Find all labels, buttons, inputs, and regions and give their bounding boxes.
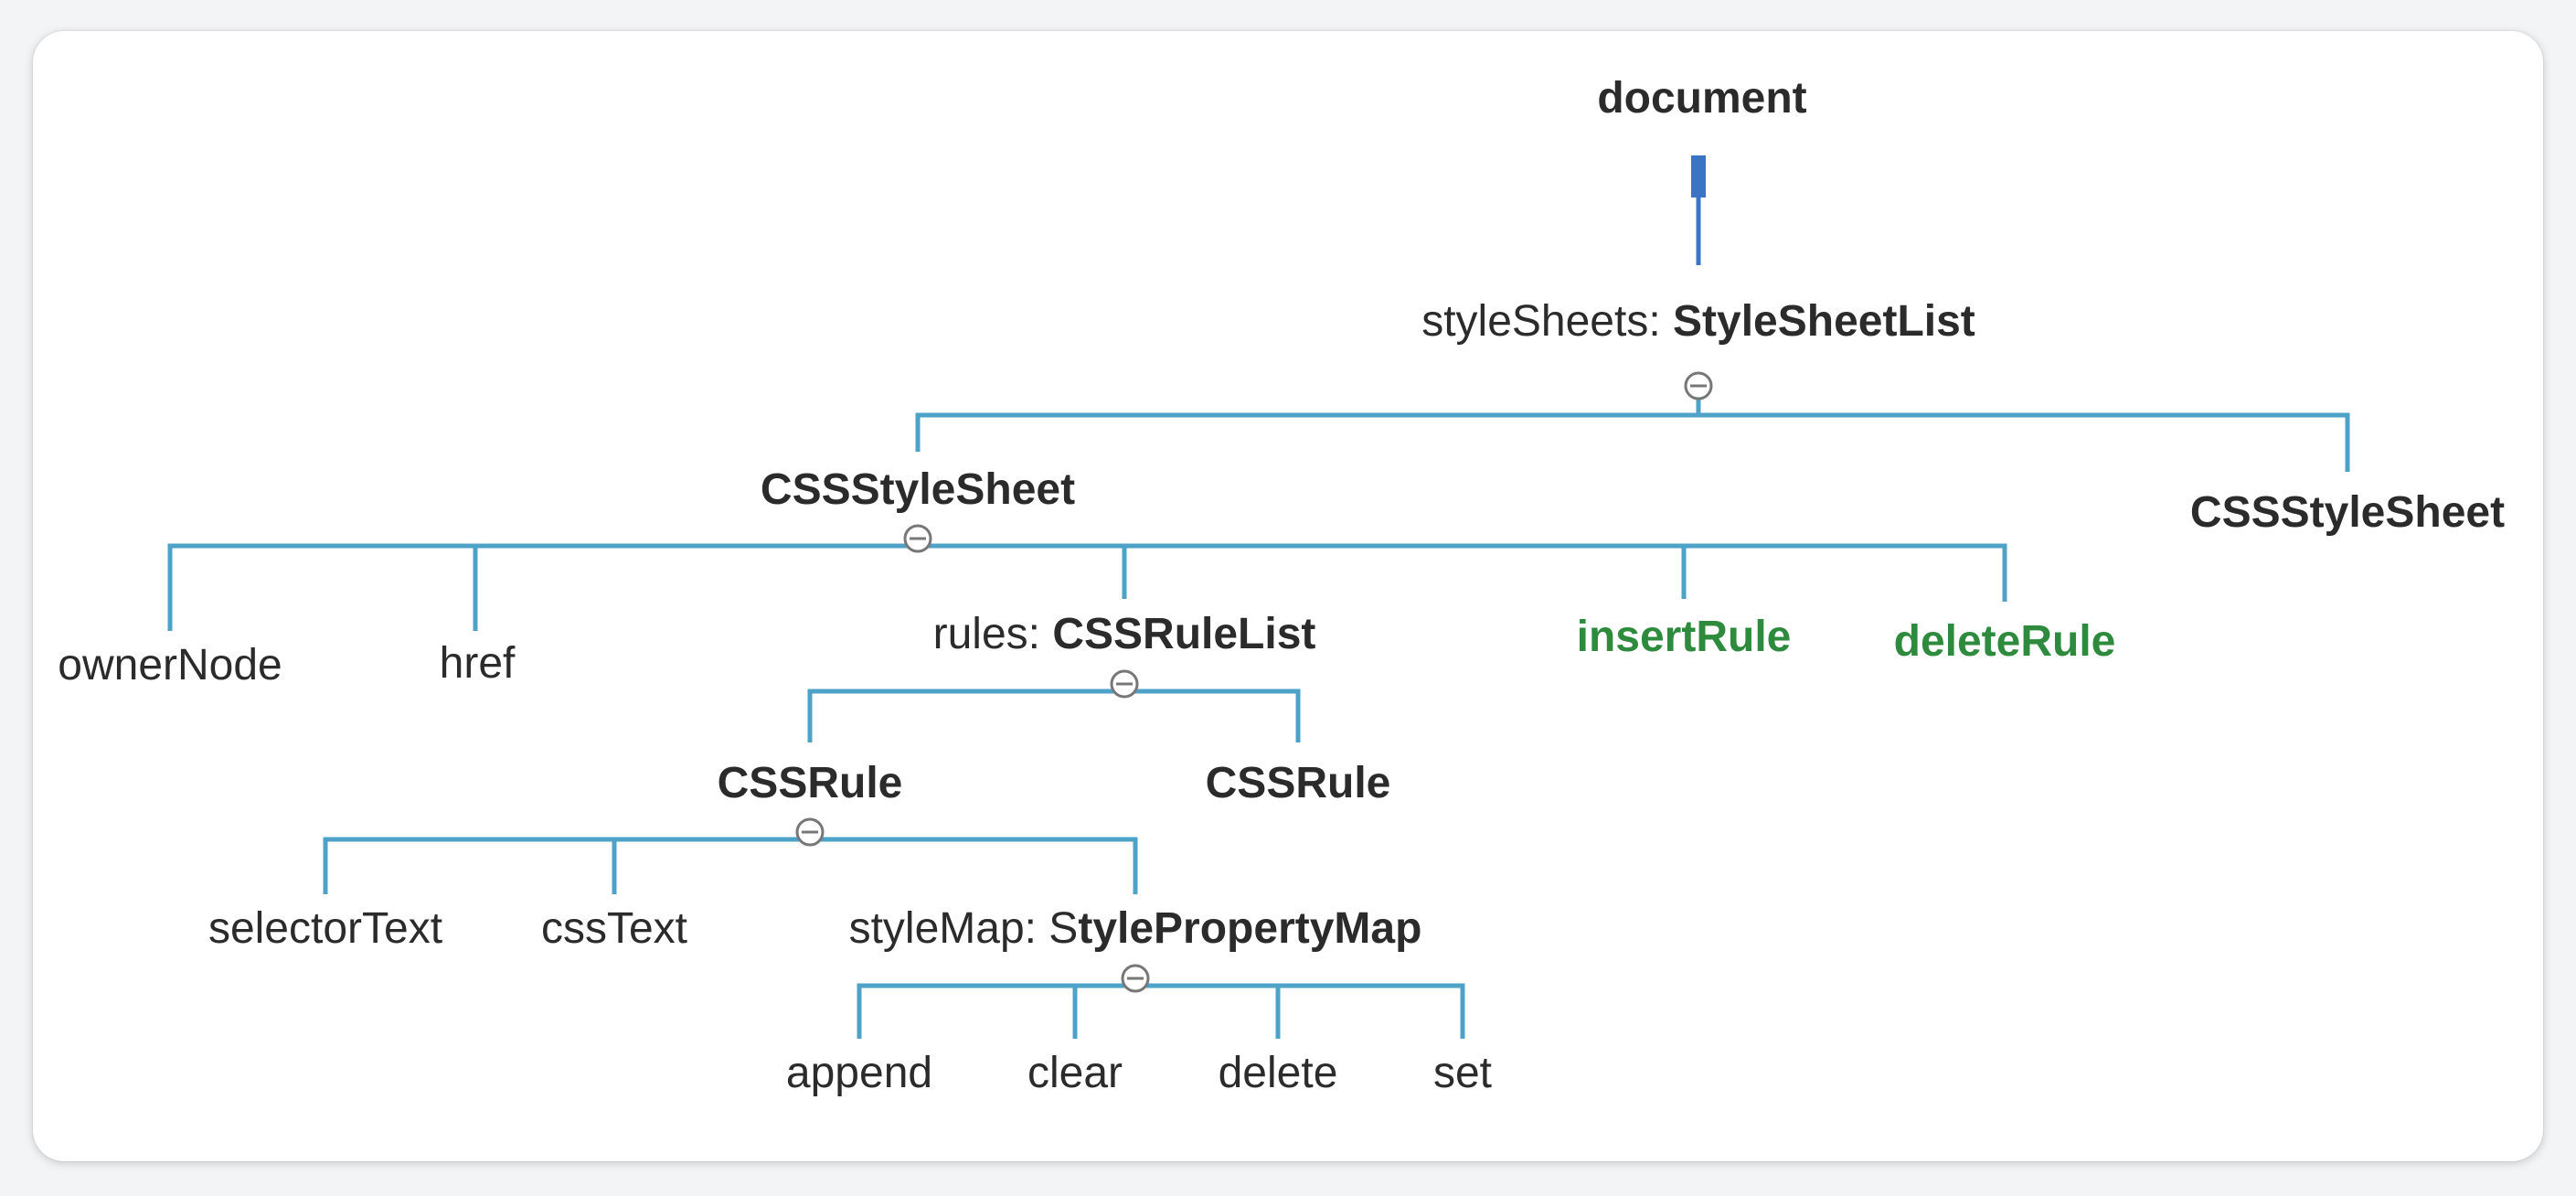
node-stylemap-type: tylePropertyMap (1078, 904, 1422, 953)
tree-connectors (167, 155, 2350, 1039)
node-cssrule-2[interactable]: CSSRule (1206, 762, 1391, 806)
node-rules[interactable]: rules: CSSRuleList (933, 613, 1316, 657)
collapse-stylemap-icon[interactable] (1121, 964, 1150, 993)
node-stylesheets-type: StyleSheetList (1673, 297, 1975, 346)
node-rules-prop: rules: (932, 610, 1053, 658)
node-stylesheets-prop: styleSheets: (1421, 297, 1674, 346)
node-stylemap-prop: styleMap: S (848, 904, 1079, 953)
node-document[interactable]: document (1597, 77, 1806, 121)
connector-rules (807, 689, 1301, 742)
node-href[interactable]: href (440, 642, 516, 686)
node-csstext[interactable]: cssText (541, 907, 687, 951)
node-insertrule[interactable]: insertRule (1577, 615, 1792, 659)
node-cssrule-1[interactable]: CSSRule (718, 762, 903, 806)
collapse-sheet1-icon[interactable] (903, 524, 932, 553)
connector-stylesheets (915, 393, 2350, 472)
node-stylesheets[interactable]: styleSheets: StyleSheetList (1421, 300, 1975, 344)
node-cssstylesheet-1[interactable]: CSSStyleSheet (761, 468, 1075, 512)
connector-rule1 (323, 837, 1138, 894)
node-stylemap[interactable]: styleMap: StylePropertyMap (849, 907, 1422, 951)
node-selectortext[interactable]: selectorText (208, 907, 442, 951)
node-cssstylesheet-2[interactable]: CSSStyleSheet (2190, 491, 2505, 535)
connector-stylemap (857, 983, 1465, 1039)
node-clear[interactable]: clear (1027, 1052, 1123, 1095)
root-stem-marker (1691, 155, 1706, 198)
node-set[interactable]: set (1433, 1052, 1492, 1095)
node-delete[interactable]: delete (1219, 1052, 1338, 1095)
collapse-stylesheets-icon[interactable] (1684, 371, 1713, 400)
collapse-rule1-icon[interactable] (795, 817, 825, 847)
node-rules-type: CSSRuleList (1052, 610, 1316, 658)
node-append[interactable]: append (786, 1052, 932, 1095)
node-ownernode[interactable]: ownerNode (58, 644, 282, 688)
node-deleterule[interactable]: deleteRule (1894, 620, 2116, 664)
collapse-rules-icon[interactable] (1110, 669, 1139, 699)
